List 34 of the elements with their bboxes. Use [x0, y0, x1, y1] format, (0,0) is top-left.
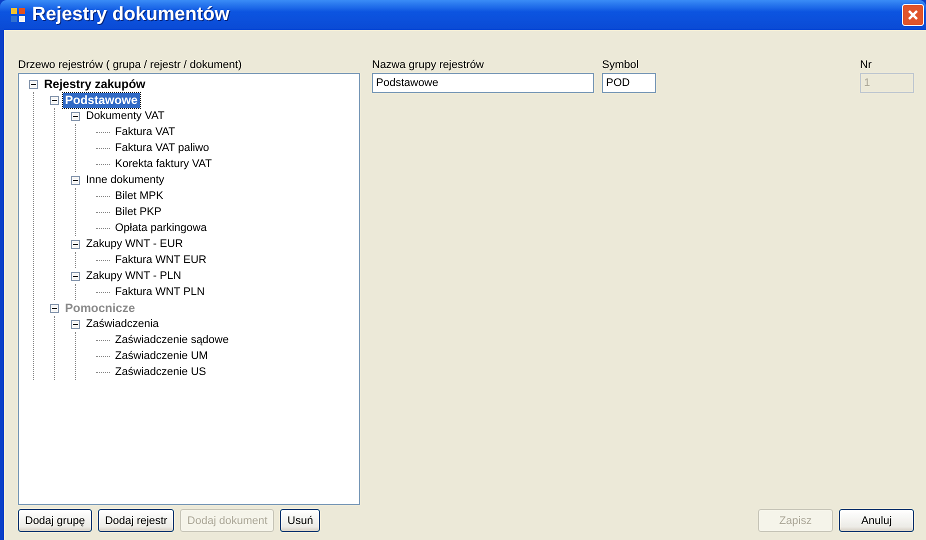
- tree-item[interactable]: Opłata parkingowa: [113, 220, 209, 236]
- tree-item[interactable]: Dokumenty VAT: [84, 108, 166, 124]
- window-title: Rejestry dokumentów: [32, 4, 230, 26]
- collapse-icon[interactable]: [71, 176, 80, 184]
- close-button[interactable]: [902, 4, 924, 26]
- tree-item[interactable]: Korekta faktury VAT: [113, 156, 214, 172]
- collapse-icon[interactable]: [50, 96, 59, 104]
- tree-item[interactable]: Bilet PKP: [113, 204, 164, 220]
- tree-item[interactable]: Faktura VAT: [113, 124, 178, 140]
- close-icon: [907, 9, 919, 21]
- collapse-icon[interactable]: [29, 80, 38, 88]
- tree-item[interactable]: Zakupy WNT - PLN: [84, 268, 184, 284]
- tree-item[interactable]: Podstawowe: [63, 92, 140, 108]
- field-label: Nr: [860, 58, 873, 72]
- input-field[interactable]: Podstawowe: [372, 73, 594, 93]
- app-icon: [10, 7, 26, 23]
- collapse-icon[interactable]: [71, 240, 80, 248]
- field-label: Symbol: [602, 58, 640, 72]
- button[interactable]: Dodaj grupę: [18, 509, 92, 532]
- tree-item[interactable]: Faktura WNT EUR: [113, 252, 208, 268]
- tree-item[interactable]: Zakupy WNT - EUR: [84, 236, 185, 252]
- collapse-icon[interactable]: [71, 112, 80, 120]
- tree-item[interactable]: Bilet MPK: [113, 188, 166, 204]
- input-field[interactable]: POD: [602, 73, 656, 93]
- button[interactable]: Anuluj: [839, 509, 914, 532]
- tree-item[interactable]: Faktura VAT paliwo: [113, 140, 212, 156]
- tree-item[interactable]: Inne dokumenty: [84, 172, 166, 188]
- button[interactable]: Dodaj rejestr: [98, 509, 174, 532]
- tree-item[interactable]: Faktura WNT PLN: [113, 284, 207, 300]
- tree-label: Drzewo rejestrów ( grupa / rejestr / dokument): [18, 58, 243, 72]
- collapse-icon[interactable]: [71, 272, 80, 280]
- tree-item[interactable]: Rejestry zakupów: [42, 76, 148, 92]
- field-label: Nazwa grupy rejestrów: [372, 58, 485, 72]
- button[interactable]: Usuń: [280, 509, 320, 532]
